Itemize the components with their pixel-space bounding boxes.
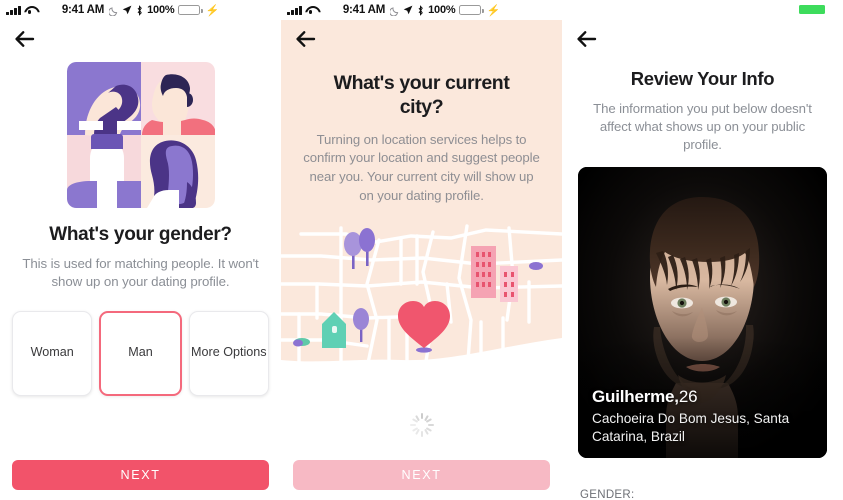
back-arrow-icon[interactable]	[576, 28, 598, 50]
battery-icon	[178, 5, 203, 15]
back-arrow-icon[interactable]	[14, 28, 36, 50]
page-subtitle: The information you put below doesn't af…	[593, 101, 812, 153]
charging-bolt-icon: ⚡	[486, 4, 501, 17]
battery-icon	[459, 5, 484, 15]
gender-option-woman[interactable]: Woman	[12, 310, 93, 396]
next-button[interactable]: NEXT	[293, 460, 550, 490]
battery-icon	[799, 5, 825, 14]
status-bar-left	[6, 5, 36, 15]
screen1-footer: NEXT	[0, 460, 281, 490]
location-arrow-icon	[403, 5, 413, 15]
status-bar-left	[287, 5, 317, 15]
next-button[interactable]: NEXT	[12, 460, 269, 490]
wifi-icon	[305, 6, 317, 15]
page-title: What's your gender?	[49, 224, 232, 245]
profile-photo-card[interactable]: Guilherme,26 Cachoeira Do Bom Jesus, San…	[578, 166, 827, 458]
cellular-signal-icon	[287, 5, 302, 15]
status-bar: 9:41 AM 100% ⚡	[281, 0, 562, 20]
location-arrow-icon	[122, 5, 132, 15]
profile-name: Guilherme	[592, 387, 675, 407]
page-title: What's your current city?	[333, 72, 510, 118]
gender-options: Woman Man More Options	[12, 310, 269, 396]
status-bar-center: 9:41 AM 100% ⚡	[0, 4, 281, 17]
page-subtitle: Turning on location services helps to co…	[303, 131, 540, 203]
battery-percent: 100%	[428, 4, 456, 16]
screen-gender: 9:41 AM 100% ⚡ What's your gender? This …	[0, 0, 281, 500]
bluetooth-icon	[136, 4, 143, 16]
battery-percent: 100%	[147, 4, 175, 16]
status-bar	[562, 0, 843, 20]
loading-spinner	[281, 412, 562, 438]
screen3-back-bar	[562, 20, 843, 58]
screen-current-city: 9:41 AM 100% ⚡ What's your current city?…	[281, 0, 562, 500]
status-bar: 9:41 AM 100% ⚡	[0, 0, 281, 20]
screen2-back-bar	[281, 20, 562, 58]
moon-do-not-disturb-icon	[390, 6, 399, 16]
gender-field-label: GENDER:	[580, 489, 635, 500]
gender-option-man[interactable]: Man	[99, 310, 182, 396]
profile-location: Cachoeira Do Bom Jesus, Santa Catarina, …	[592, 411, 790, 444]
profile-age: 26	[678, 387, 698, 407]
gender-collage-illustration	[66, 62, 215, 208]
wifi-icon	[24, 6, 36, 15]
gender-option-more-options[interactable]: More Options	[188, 310, 269, 396]
onboarding-screens: 9:41 AM 100% ⚡ What's your gender? This …	[0, 0, 843, 500]
city-map-illustration	[281, 222, 562, 382]
status-bar-icons: 100% ⚡	[390, 4, 500, 17]
moon-do-not-disturb-icon	[109, 6, 118, 16]
back-arrow-icon[interactable]	[295, 28, 317, 50]
cellular-signal-icon	[6, 5, 21, 15]
profile-overlay: Guilherme,26 Cachoeira Do Bom Jesus, San…	[578, 387, 827, 457]
status-bar-center: 9:41 AM 100% ⚡	[281, 4, 562, 17]
bluetooth-icon	[417, 4, 424, 16]
screen2-footer: NEXT	[281, 460, 562, 490]
status-bar-icons: 100% ⚡	[109, 4, 219, 17]
charging-bolt-icon: ⚡	[205, 4, 220, 17]
status-bar-time: 9:41 AM	[61, 4, 105, 16]
screen1-back-bar	[0, 20, 281, 58]
page-subtitle: This is used for matching people. It won…	[22, 256, 259, 290]
screen-review-info: Review Your Info The information you put…	[562, 0, 843, 500]
status-bar-time: 9:41 AM	[342, 4, 386, 16]
profile-name-age: Guilherme,26	[592, 387, 813, 407]
page-title: Review Your Info	[630, 68, 775, 89]
